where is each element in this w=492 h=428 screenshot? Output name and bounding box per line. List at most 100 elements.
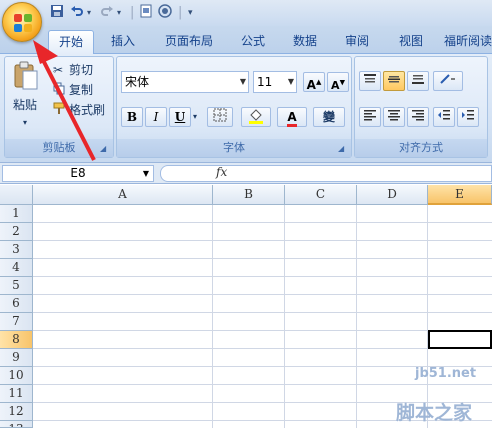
- row-header-selected[interactable]: 8: [0, 331, 33, 349]
- grid-line: [33, 276, 492, 277]
- border-button[interactable]: [207, 107, 233, 127]
- name-box-value: E8: [70, 166, 86, 180]
- paste-dropdown-icon[interactable]: ▾: [23, 115, 27, 131]
- office-button[interactable]: [2, 2, 42, 42]
- redo-dropdown-icon[interactable]: ▾: [117, 4, 121, 22]
- separator: |: [178, 5, 183, 20]
- increase-indent-button[interactable]: [457, 107, 479, 127]
- column-header[interactable]: D: [357, 185, 428, 205]
- format-painter-button[interactable]: 格式刷: [69, 102, 105, 118]
- align-middle-icon: [388, 76, 400, 83]
- align-right-button[interactable]: [407, 107, 429, 127]
- font-launcher-icon[interactable]: ◢: [338, 144, 348, 154]
- row-header[interactable]: 2: [0, 223, 33, 241]
- tab-foxit-reader[interactable]: 福昕阅读: [444, 30, 492, 54]
- font-name-combo[interactable]: 宋体 ▼: [121, 71, 249, 93]
- decrease-indent-icon: [438, 110, 450, 120]
- print-preview-icon[interactable]: [139, 4, 153, 22]
- align-left-button[interactable]: [359, 107, 381, 127]
- chevron-down-icon: ▼: [239, 77, 246, 86]
- tab-view[interactable]: 视图: [390, 30, 432, 54]
- align-center-button[interactable]: [383, 107, 405, 127]
- tab-data[interactable]: 数据: [284, 30, 326, 54]
- align-middle-button[interactable]: [383, 71, 405, 91]
- align-bottom-icon: [412, 75, 424, 84]
- decrease-indent-button[interactable]: [433, 107, 455, 127]
- font-color-button[interactable]: A: [277, 107, 307, 127]
- row-header[interactable]: 3: [0, 241, 33, 259]
- border-icon: [213, 108, 227, 122]
- underline-button[interactable]: U: [169, 107, 191, 127]
- name-box[interactable]: E8 ▼: [2, 165, 154, 182]
- grow-font-button[interactable]: A▲: [303, 72, 325, 92]
- grid-line: [33, 384, 492, 385]
- tab-formulas[interactable]: 公式: [232, 30, 274, 54]
- redo-icon[interactable]: [100, 4, 114, 22]
- insert-function-icon[interactable]: fx: [216, 165, 227, 179]
- orientation-button[interactable]: [433, 71, 463, 91]
- column-header[interactable]: B: [213, 185, 285, 205]
- font-size-value: 11: [257, 75, 273, 89]
- increase-indent-icon: [462, 110, 474, 120]
- office-logo-icon: [14, 14, 32, 32]
- font-color-icon: A: [287, 110, 297, 127]
- grid-line: [33, 330, 492, 331]
- save-icon[interactable]: [50, 4, 64, 22]
- chevron-down-icon: ▼: [287, 77, 294, 86]
- ribbon: 粘贴 ▾ ✂ 剪切 复制 格式刷 剪贴板 ◢ 宋体 ▼ 11 ▼ A▲ A▼ B: [0, 54, 492, 162]
- title-bar: ▾ ▾ | | ▾: [0, 0, 492, 26]
- tab-insert[interactable]: 插入: [102, 30, 144, 54]
- cut-icon: ✂: [53, 63, 64, 77]
- phonetic-button[interactable]: 變: [313, 107, 345, 127]
- grid-line: [33, 348, 492, 349]
- undo-icon[interactable]: [70, 4, 84, 22]
- row-header[interactable]: 10: [0, 367, 33, 385]
- row-header[interactable]: 1: [0, 205, 33, 223]
- fill-color-button[interactable]: [241, 107, 271, 127]
- row-header[interactable]: 12: [0, 403, 33, 421]
- bold-button[interactable]: B: [121, 107, 143, 127]
- alignment-group: 对齐方式: [354, 56, 488, 158]
- align-left-icon: [364, 110, 376, 121]
- row-header[interactable]: 4: [0, 259, 33, 277]
- underline-dropdown-icon[interactable]: ▾: [193, 109, 197, 125]
- font-group: 宋体 ▼ 11 ▼ A▲ A▼ B I U ▾ A 變 字体 ◢: [116, 56, 352, 158]
- row-header[interactable]: 5: [0, 277, 33, 295]
- column-header[interactable]: C: [285, 185, 357, 205]
- shrink-font-icon: A▼: [331, 78, 345, 92]
- grid-line: [33, 240, 492, 241]
- row-header[interactable]: 9: [0, 349, 33, 367]
- customize-toolbar-icon[interactable]: ▾: [188, 4, 193, 22]
- grow-font-icon: A▲: [306, 78, 322, 92]
- paste-icon[interactable]: [13, 61, 39, 95]
- cut-button[interactable]: 剪切: [69, 62, 93, 78]
- font-name-value: 宋体: [125, 75, 150, 89]
- shrink-font-button[interactable]: A▼: [327, 72, 349, 92]
- italic-button[interactable]: I: [145, 107, 167, 127]
- row-header[interactable]: 7: [0, 313, 33, 331]
- column-header[interactable]: A: [33, 185, 213, 205]
- active-cell-e8[interactable]: [428, 330, 492, 349]
- copy-button[interactable]: 复制: [69, 82, 93, 98]
- row-header[interactable]: 13: [0, 421, 33, 428]
- align-bottom-button[interactable]: [407, 71, 429, 91]
- grid-line: [33, 294, 492, 295]
- align-top-button[interactable]: [359, 71, 381, 91]
- font-size-combo[interactable]: 11 ▼: [253, 71, 297, 93]
- undo-dropdown-icon[interactable]: ▾: [87, 4, 91, 22]
- worksheet[interactable]: A B C D E 1 2 3 4 5 6 7 8 9 10 11 12 13: [0, 185, 492, 428]
- tab-page-layout[interactable]: 页面布局: [154, 30, 224, 54]
- select-all-button[interactable]: [0, 185, 33, 205]
- column-header-selected[interactable]: E: [428, 185, 492, 205]
- ribbon-tabs: 开始 插入 页面布局 公式 数据 审阅 视图 福昕阅读: [0, 26, 492, 54]
- formula-input[interactable]: [160, 165, 492, 182]
- paste-button[interactable]: 粘贴: [13, 97, 37, 113]
- clipboard-launcher-icon[interactable]: ◢: [100, 144, 110, 154]
- row-header[interactable]: 11: [0, 385, 33, 403]
- tab-review[interactable]: 审阅: [336, 30, 378, 54]
- record-icon[interactable]: [158, 4, 172, 22]
- row-header[interactable]: 6: [0, 295, 33, 313]
- tab-home[interactable]: 开始: [48, 30, 94, 54]
- format-painter-icon: [53, 102, 66, 119]
- alignment-group-label: 对齐方式: [355, 139, 487, 157]
